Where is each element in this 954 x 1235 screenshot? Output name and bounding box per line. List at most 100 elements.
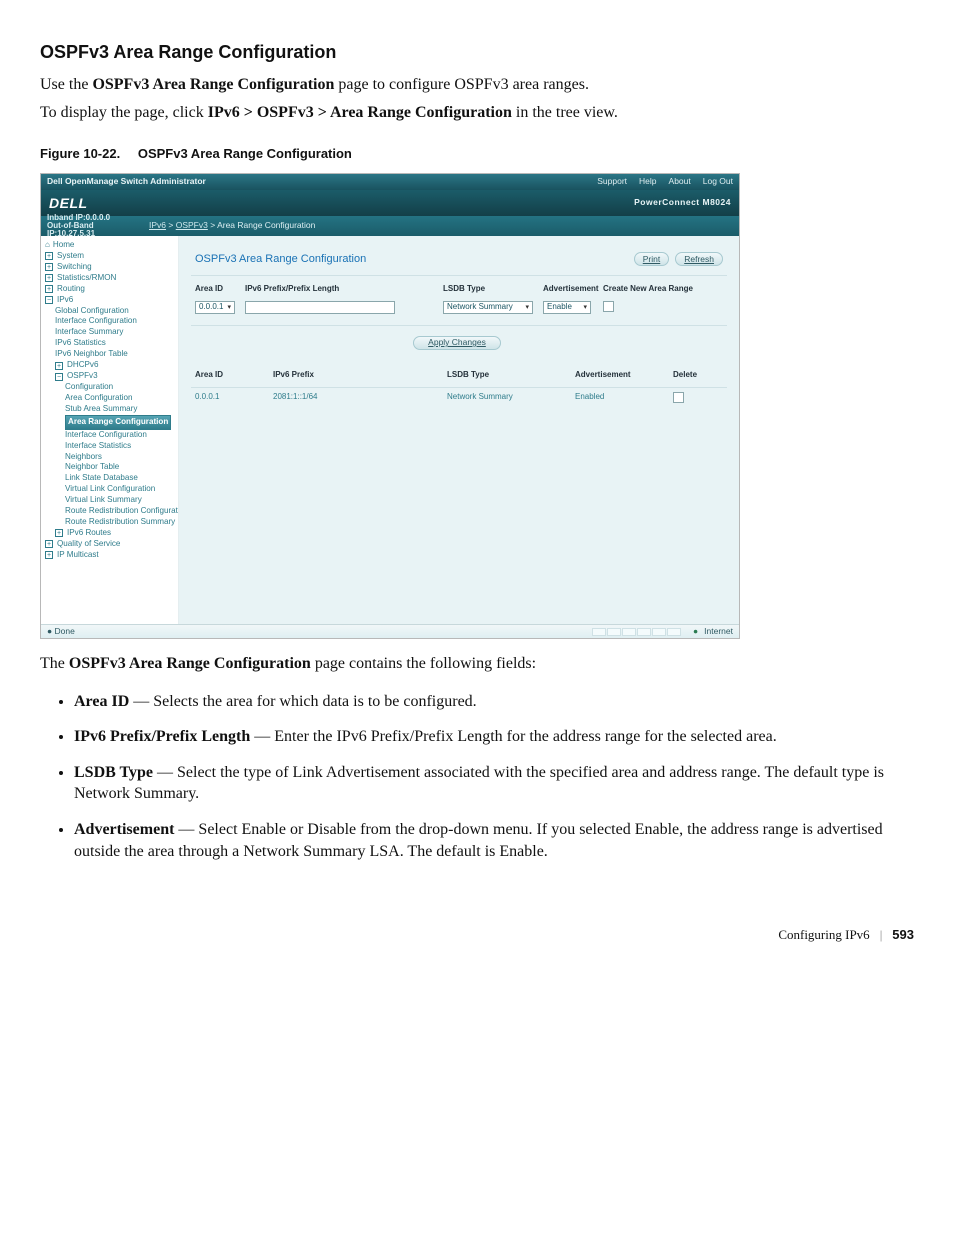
lsdb-type-select[interactable]: Network Summary ▾ <box>443 301 533 314</box>
th-lsdb: LSDB Type <box>443 284 539 295</box>
tree-ipv6-neighbor[interactable]: IPv6 Neighbor Table <box>55 349 128 360</box>
expand-icon[interactable]: + <box>45 551 53 559</box>
tree-neighbor-table[interactable]: Neighbor Table <box>65 462 119 473</box>
apply-changes-button[interactable]: Apply Changes <box>413 336 501 350</box>
tree-ipv6-routes[interactable]: IPv6 Routes <box>67 528 111 539</box>
field-term: Advertisement <box>74 821 174 838</box>
status-done-icon: ● <box>47 626 52 636</box>
tree-neighbors[interactable]: Neighbors <box>65 452 102 463</box>
refresh-button[interactable]: Refresh <box>675 252 723 266</box>
tree-interface-stats[interactable]: Interface Statistics <box>65 441 131 452</box>
nav-tree[interactable]: ⌂Home + System + Switching + Statistics/RMO… <box>41 236 179 624</box>
panel-title: OSPFv3 Area Range Configuration <box>195 252 366 267</box>
tree-link-state-db[interactable]: Link State Database <box>65 473 138 484</box>
tree-configuration[interactable]: Configuration <box>65 382 113 393</box>
ip-breadcrumb-row: Inband IP:0.0.0.0 Out-of-Band IP:10.27.5… <box>41 216 739 236</box>
tree-global-config[interactable]: Global Configuration <box>55 306 129 317</box>
crumb-ipv6[interactable]: IPv6 <box>149 220 166 230</box>
th-area-id: Area ID <box>195 284 241 295</box>
home-icon: ⌂ <box>45 240 50 251</box>
prefix-input[interactable] <box>245 301 395 314</box>
tree-stats[interactable]: Statistics/RMON <box>57 273 116 284</box>
tree-system[interactable]: System <box>57 251 84 262</box>
after-figure-paragraph: The OSPFv3 Area Range Configuration page… <box>40 653 914 675</box>
expand-icon[interactable]: + <box>55 529 63 537</box>
breadcrumb: IPv6 > OSPFv3 > Area Range Configuration <box>141 220 315 231</box>
brand-logo: DELL <box>49 194 88 213</box>
chevron-down-icon: ▾ <box>583 303 587 312</box>
field-text: — Selects the area for which data is to … <box>133 693 476 710</box>
tree-interface-summary[interactable]: Interface Summary <box>55 327 123 338</box>
field-text: — Select Enable or Disable from the drop… <box>74 821 883 860</box>
collapse-icon[interactable]: − <box>45 296 53 304</box>
collapse-icon[interactable]: − <box>55 373 63 381</box>
app-screenshot: Dell OpenManage Switch Administrator Sup… <box>40 173 740 639</box>
tree-routing[interactable]: Routing <box>57 284 85 295</box>
title-bar: Dell OpenManage Switch Administrator Sup… <box>41 174 739 190</box>
section-heading: OSPFv3 Area Range Configuration <box>40 40 914 64</box>
tree-ipv6[interactable]: IPv6 <box>57 295 73 306</box>
tree-route-redist-config[interactable]: Route Redistribution Configuration <box>65 506 179 517</box>
field-term: IPv6 Prefix/Prefix Length <box>74 728 250 745</box>
tree-ip-multicast[interactable]: IP Multicast <box>57 550 99 561</box>
intro-after: page to configure OSPFv3 area ranges. <box>338 76 589 93</box>
expand-icon[interactable]: + <box>45 263 53 271</box>
expand-icon[interactable]: + <box>45 540 53 548</box>
expand-icon[interactable]: + <box>55 362 63 370</box>
status-done-text: Done <box>55 626 75 636</box>
intro-paragraph: Use the OSPFv3 Area Range Configuration … <box>40 74 914 96</box>
field-list: Area ID — Selects the area for which dat… <box>66 691 914 863</box>
field-advertisement: Advertisement — Select Enable or Disable… <box>74 819 914 862</box>
ip-addresses: Inband IP:0.0.0.0 Out-of-Band IP:10.27.5… <box>41 214 141 238</box>
tree-route-redist-summary[interactable]: Route Redistribution Summary <box>65 517 175 528</box>
tree-interface-config[interactable]: Interface Configuration <box>55 316 137 327</box>
tree-virtual-link-config[interactable]: Virtual Link Configuration <box>65 484 155 495</box>
table-header: Area ID IPv6 Prefix LSDB Type Advertisem… <box>191 364 727 388</box>
delete-checkbox[interactable] <box>673 392 684 403</box>
chevron-down-icon: ▾ <box>525 303 529 312</box>
field-text: — Select the type of Link Advertisement … <box>74 764 884 803</box>
tree-virtual-link-summary[interactable]: Virtual Link Summary <box>65 495 142 506</box>
crumb-ospfv3[interactable]: OSPFv3 <box>176 220 208 230</box>
link-support[interactable]: Support <box>597 176 627 187</box>
tree-home[interactable]: Home <box>53 240 75 251</box>
area-id-value: 0.0.0.1 <box>199 302 223 313</box>
col-area-id: Area ID <box>195 370 265 381</box>
after-bold: OSPFv3 Area Range Configuration <box>69 655 311 672</box>
col-ipv6-prefix: IPv6 Prefix <box>273 370 439 381</box>
link-logout[interactable]: Log Out <box>703 176 733 187</box>
tree-interface-config-ospf[interactable]: Interface Configuration <box>65 430 147 441</box>
advertisement-value: Enable <box>547 302 572 313</box>
tree-qos[interactable]: Quality of Service <box>57 539 120 550</box>
tree-area-config[interactable]: Area Configuration <box>65 393 133 404</box>
th-prefix: IPv6 Prefix/Prefix Length <box>245 284 415 295</box>
create-new-checkbox[interactable] <box>603 301 614 312</box>
tree-stub-area[interactable]: Stub Area Summary <box>65 404 137 415</box>
tree-switching[interactable]: Switching <box>57 262 92 273</box>
tree-ospfv3[interactable]: OSPFv3 <box>67 371 98 382</box>
after-before: The <box>40 655 69 672</box>
window-title: Dell OpenManage Switch Administrator <box>47 176 206 187</box>
expand-icon[interactable]: + <box>45 252 53 260</box>
area-id-select[interactable]: 0.0.0.1 ▾ <box>195 301 235 314</box>
expand-icon[interactable]: + <box>45 274 53 282</box>
advertisement-select[interactable]: Enable ▾ <box>543 301 591 314</box>
intro-bold: OSPFv3 Area Range Configuration <box>92 76 334 93</box>
tree-ipv6-stats[interactable]: IPv6 Statistics <box>55 338 106 349</box>
field-prefix: IPv6 Prefix/Prefix Length — Enter the IP… <box>74 726 914 748</box>
tree-dhcpv6[interactable]: DHCPv6 <box>67 360 98 371</box>
panel-header: OSPFv3 Area Range Configuration Print Re… <box>191 246 727 276</box>
th-advertisement: Advertisement <box>543 284 599 295</box>
figure-title: OSPFv3 Area Range Configuration <box>138 146 352 161</box>
table-row: 0.0.0.1 2081:1::1/64 Network Summary Ena… <box>191 388 727 627</box>
cell-lsdb: Network Summary <box>447 392 567 403</box>
link-about[interactable]: About <box>669 176 691 187</box>
page-number: 593 <box>892 926 914 944</box>
expand-icon[interactable]: + <box>45 285 53 293</box>
print-button[interactable]: Print <box>634 252 669 266</box>
nav-after: in the tree view. <box>516 104 618 121</box>
col-advertisement: Advertisement <box>575 370 665 381</box>
link-help[interactable]: Help <box>639 176 656 187</box>
tree-area-range-config-selected[interactable]: Area Range Configuration <box>65 415 171 430</box>
chevron-down-icon: ▾ <box>227 303 231 312</box>
